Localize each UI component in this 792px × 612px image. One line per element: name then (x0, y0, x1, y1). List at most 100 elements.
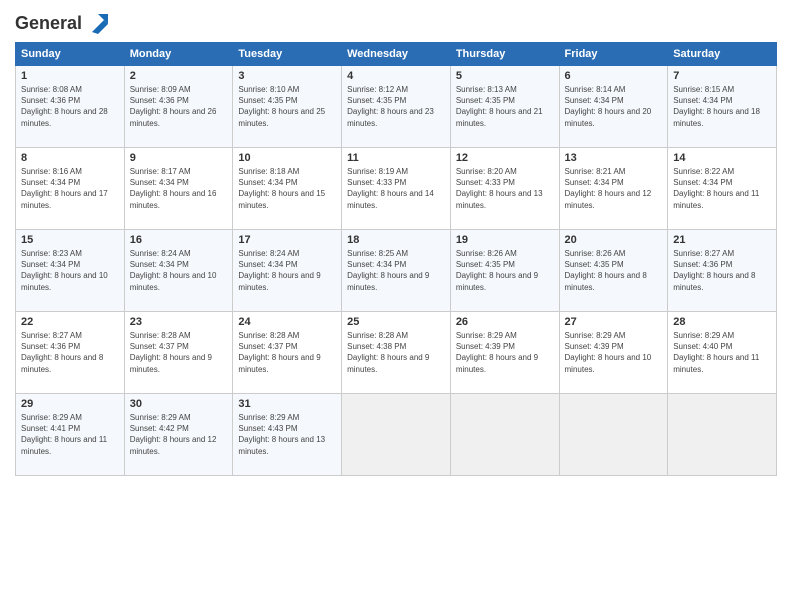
calendar-cell: 17 Sunrise: 8:24 AMSunset: 4:34 PMDayligh… (233, 230, 342, 312)
day-info: Sunrise: 8:28 AMSunset: 4:38 PMDaylight:… (347, 330, 445, 375)
logo: General (15, 10, 110, 34)
day-info: Sunrise: 8:19 AMSunset: 4:33 PMDaylight:… (347, 166, 445, 211)
calendar-cell (342, 394, 451, 476)
week-row-1: 8 Sunrise: 8:16 AMSunset: 4:34 PMDaylight… (16, 148, 777, 230)
calendar-cell (668, 394, 777, 476)
day-number: 30 (130, 398, 228, 410)
day-info: Sunrise: 8:13 AMSunset: 4:35 PMDaylight:… (456, 84, 554, 129)
day-info: Sunrise: 8:29 AMSunset: 4:41 PMDaylight:… (21, 412, 119, 457)
day-number: 21 (673, 234, 771, 246)
calendar-cell: 13 Sunrise: 8:21 AMSunset: 4:34 PMDayligh… (559, 148, 668, 230)
day-number: 7 (673, 70, 771, 82)
day-info: Sunrise: 8:29 AMSunset: 4:43 PMDaylight:… (238, 412, 336, 457)
day-info: Sunrise: 8:21 AMSunset: 4:34 PMDaylight:… (565, 166, 663, 211)
day-number: 6 (565, 70, 663, 82)
calendar-page: General SundayMondayTuesdayWednesdayThur… (0, 0, 792, 612)
header-cell-saturday: Saturday (668, 43, 777, 66)
day-info: Sunrise: 8:29 AMSunset: 4:39 PMDaylight:… (565, 330, 663, 375)
calendar-cell: 25 Sunrise: 8:28 AMSunset: 4:38 PMDayligh… (342, 312, 451, 394)
calendar-cell: 16Sunrise: 8:24 AMSunset: 4:34 PMDayligh… (124, 230, 233, 312)
calendar-cell: 21 Sunrise: 8:27 AMSunset: 4:36 PMDayligh… (668, 230, 777, 312)
day-info: Sunrise: 8:27 AMSunset: 4:36 PMDaylight:… (673, 248, 771, 293)
day-info: Sunrise: 8:08 AMSunset: 4:36 PMDaylight:… (21, 84, 119, 129)
day-number: 29 (21, 398, 119, 410)
calendar-cell: 29 Sunrise: 8:29 AMSunset: 4:41 PMDayligh… (16, 394, 125, 476)
day-number: 15 (21, 234, 119, 246)
header-cell-wednesday: Wednesday (342, 43, 451, 66)
day-info: Sunrise: 8:22 AMSunset: 4:34 PMDaylight:… (673, 166, 771, 211)
day-info: Sunrise: 8:29 AMSunset: 4:39 PMDaylight:… (456, 330, 554, 375)
calendar-cell: 18 Sunrise: 8:25 AMSunset: 4:34 PMDayligh… (342, 230, 451, 312)
calendar-cell: 2Sunrise: 8:09 AMSunset: 4:36 PMDaylight… (124, 66, 233, 148)
calendar-cell: 23 Sunrise: 8:28 AMSunset: 4:37 PMDayligh… (124, 312, 233, 394)
day-number: 2 (130, 70, 228, 82)
day-number: 8 (21, 152, 119, 164)
day-info: Sunrise: 8:23 AMSunset: 4:34 PMDaylight:… (21, 248, 119, 293)
calendar-cell: 3 Sunrise: 8:10 AMSunset: 4:35 PMDaylight… (233, 66, 342, 148)
day-info: Sunrise: 8:16 AMSunset: 4:34 PMDaylight:… (21, 166, 119, 211)
day-number: 17 (238, 234, 336, 246)
day-number: 23 (130, 316, 228, 328)
calendar-cell (450, 394, 559, 476)
header: General (15, 10, 777, 34)
week-row-4: 29 Sunrise: 8:29 AMSunset: 4:41 PMDayligh… (16, 394, 777, 476)
calendar-cell (559, 394, 668, 476)
calendar-cell: 24 Sunrise: 8:28 AMSunset: 4:37 PMDayligh… (233, 312, 342, 394)
day-info: Sunrise: 8:10 AMSunset: 4:35 PMDaylight:… (238, 84, 336, 129)
calendar-cell: 19Sunrise: 8:26 AMSunset: 4:35 PMDayligh… (450, 230, 559, 312)
day-info: Sunrise: 8:28 AMSunset: 4:37 PMDaylight:… (238, 330, 336, 375)
header-cell-sunday: Sunday (16, 43, 125, 66)
day-number: 26 (456, 316, 554, 328)
calendar-cell: 15 Sunrise: 8:23 AMSunset: 4:34 PMDayligh… (16, 230, 125, 312)
day-number: 11 (347, 152, 445, 164)
calendar-cell: 7 Sunrise: 8:15 AMSunset: 4:34 PMDaylight… (668, 66, 777, 148)
day-info: Sunrise: 8:27 AMSunset: 4:36 PMDaylight:… (21, 330, 119, 375)
day-number: 27 (565, 316, 663, 328)
header-row: SundayMondayTuesdayWednesdayThursdayFrid… (16, 43, 777, 66)
calendar-cell: 14 Sunrise: 8:22 AMSunset: 4:34 PMDayligh… (668, 148, 777, 230)
calendar-cell: 9Sunrise: 8:17 AMSunset: 4:34 PMDaylight… (124, 148, 233, 230)
day-number: 14 (673, 152, 771, 164)
day-info: Sunrise: 8:29 AMSunset: 4:40 PMDaylight:… (673, 330, 771, 375)
day-number: 31 (238, 398, 336, 410)
day-info: Sunrise: 8:26 AMSunset: 4:35 PMDaylight:… (565, 248, 663, 293)
calendar-cell: 31 Sunrise: 8:29 AMSunset: 4:43 PMDayligh… (233, 394, 342, 476)
day-info: Sunrise: 8:25 AMSunset: 4:34 PMDaylight:… (347, 248, 445, 293)
day-info: Sunrise: 8:18 AMSunset: 4:34 PMDaylight:… (238, 166, 336, 211)
day-number: 9 (130, 152, 228, 164)
week-row-2: 15 Sunrise: 8:23 AMSunset: 4:34 PMDayligh… (16, 230, 777, 312)
day-info: Sunrise: 8:20 AMSunset: 4:33 PMDaylight:… (456, 166, 554, 211)
day-info: Sunrise: 8:12 AMSunset: 4:35 PMDaylight:… (347, 84, 445, 129)
day-number: 5 (456, 70, 554, 82)
header-cell-thursday: Thursday (450, 43, 559, 66)
calendar-cell: 8 Sunrise: 8:16 AMSunset: 4:34 PMDaylight… (16, 148, 125, 230)
calendar-cell: 26 Sunrise: 8:29 AMSunset: 4:39 PMDayligh… (450, 312, 559, 394)
day-number: 13 (565, 152, 663, 164)
day-info: Sunrise: 8:15 AMSunset: 4:34 PMDaylight:… (673, 84, 771, 129)
calendar-cell: 11 Sunrise: 8:19 AMSunset: 4:33 PMDayligh… (342, 148, 451, 230)
day-number: 20 (565, 234, 663, 246)
day-number: 28 (673, 316, 771, 328)
day-number: 18 (347, 234, 445, 246)
day-info: Sunrise: 8:29 AMSunset: 4:42 PMDaylight:… (130, 412, 228, 457)
week-row-0: 1 Sunrise: 8:08 AMSunset: 4:36 PMDaylight… (16, 66, 777, 148)
day-number: 24 (238, 316, 336, 328)
day-info: Sunrise: 8:28 AMSunset: 4:37 PMDaylight:… (130, 330, 228, 375)
day-info: Sunrise: 8:24 AMSunset: 4:34 PMDaylight:… (130, 248, 228, 293)
day-number: 10 (238, 152, 336, 164)
calendar-cell: 28 Sunrise: 8:29 AMSunset: 4:40 PMDayligh… (668, 312, 777, 394)
calendar-cell: 6Sunrise: 8:14 AMSunset: 4:34 PMDaylight… (559, 66, 668, 148)
day-number: 1 (21, 70, 119, 82)
calendar-cell: 27 Sunrise: 8:29 AMSunset: 4:39 PMDayligh… (559, 312, 668, 394)
day-info: Sunrise: 8:26 AMSunset: 4:35 PMDaylight:… (456, 248, 554, 293)
calendar-cell: 30 Sunrise: 8:29 AMSunset: 4:42 PMDayligh… (124, 394, 233, 476)
day-number: 12 (456, 152, 554, 164)
day-number: 3 (238, 70, 336, 82)
calendar-cell: 12 Sunrise: 8:20 AMSunset: 4:33 PMDayligh… (450, 148, 559, 230)
day-info: Sunrise: 8:24 AMSunset: 4:34 PMDaylight:… (238, 248, 336, 293)
day-number: 25 (347, 316, 445, 328)
calendar-table: SundayMondayTuesdayWednesdayThursdayFrid… (15, 42, 777, 476)
calendar-cell: 5 Sunrise: 8:13 AMSunset: 4:35 PMDaylight… (450, 66, 559, 148)
header-cell-monday: Monday (124, 43, 233, 66)
logo-icon (84, 10, 110, 36)
